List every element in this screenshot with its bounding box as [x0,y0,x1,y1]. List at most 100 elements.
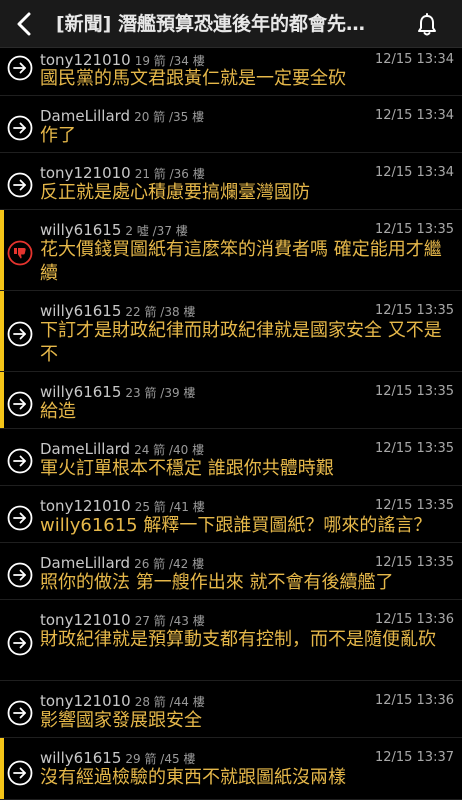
floor-label: 25 箭 /41 樓 [134,500,205,514]
page-title: [新聞] 潛艦預算恐連後年的都會先… [56,13,365,35]
list-item[interactable]: tony121010 27 箭 /43 樓 12/15 13:36 財政紀律就是預算動… [0,600,462,681]
top-bar: [新聞] 潛艦預算恐連後年的都會先… [0,0,462,48]
timestamp: 12/15 13:34 [374,108,454,123]
username[interactable]: willy61615 [40,302,121,320]
timestamp: 12/15 13:35 [374,441,454,456]
list-item[interactable]: willy61615 23 箭 /39 樓 12/15 13:35 給造 [0,372,462,429]
floor-label: 24 箭 /40 樓 [134,443,205,457]
username[interactable]: DameLillard [40,440,130,458]
post-meta: DameLillard 26 箭 /42 樓 [40,553,204,573]
username[interactable]: DameLillard [40,107,130,125]
floor-label: 20 箭 /35 樓 [134,110,205,124]
comment-text: 沒有經過檢驗的東西不就跟圖紙沒兩樣 [40,767,346,788]
timestamp: 12/15 13:35 [374,384,454,399]
post-meta: willy61615 2 噓 /37 樓 [40,220,188,240]
comment-text: 下訂才是財政紀律而財政紀律就是國家安全 又不是不 [40,320,442,365]
floor-label: 23 箭 /39 樓 [125,386,196,400]
comment-text: 反正就是處心積慮要搞爛臺灣國防 [40,182,310,203]
post-meta: DameLillard 24 箭 /40 樓 [40,439,204,459]
arrow-right-circle-icon [7,448,33,474]
post-meta: willy61615 22 箭 /38 樓 [40,301,195,321]
chevron-left-icon [17,12,31,36]
username[interactable]: tony121010 [40,164,131,182]
floor-label: 26 箭 /42 樓 [134,557,205,571]
arrow-right-circle-icon [7,562,33,588]
timestamp: 12/15 13:35 [374,498,454,513]
comment-list[interactable]: tony121010 19 箭 /34 樓 12/15 13:34 國民黨的馬文君跟黃… [0,48,462,800]
username[interactable]: willy61615 [40,383,121,401]
post-meta: willy61615 29 箭 /45 樓 [40,748,195,768]
list-item[interactable]: willy61615 29 箭 /45 樓 12/15 13:37 沒有經過檢驗的東西… [0,738,462,800]
arrow-right-circle-icon [7,115,33,141]
arrow-right-circle-icon [7,505,33,531]
floor-label: 21 箭 /36 樓 [134,167,205,181]
post-meta: tony121010 28 箭 /44 樓 [40,691,205,711]
list-item[interactable]: tony121010 28 箭 /44 樓 12/15 13:36 影響國家發展跟安全 [0,681,462,738]
comment-text: 軍火訂單根本不穩定 誰跟你共體時艱 [40,458,334,479]
list-item[interactable]: tony121010 25 箭 /41 樓 12/15 13:35 willy6161… [0,486,462,543]
comment-text: 財政紀律就是預算動支都有控制，而不是隨便亂砍 [40,629,436,650]
arrow-right-circle-icon [7,700,33,726]
boo-badge [7,240,33,266]
timestamp: 12/15 13:35 [374,222,454,237]
list-item[interactable]: tony121010 19 箭 /34 樓 12/15 13:34 國民黨的馬文君跟黃… [0,48,462,96]
floor-label: 19 箭 /34 樓 [134,54,205,68]
reply-badge [7,700,33,726]
reply-badge [7,172,33,198]
list-item[interactable]: tony121010 21 箭 /36 樓 12/15 13:34 反正就是處心積慮要… [0,153,462,210]
floor-label: 22 箭 /38 樓 [125,305,196,319]
comment-text: 作了 [40,125,76,146]
thumbs-down-icon [7,240,33,266]
post-meta: tony121010 21 箭 /36 樓 [40,163,205,183]
timestamp: 12/15 13:37 [374,750,454,765]
reply-badge [7,55,33,81]
notification-button[interactable] [412,10,442,40]
arrow-right-circle-icon [7,630,33,656]
reply-badge [7,448,33,474]
reply-badge [7,562,33,588]
username[interactable]: tony121010 [40,497,131,515]
floor-label: 27 箭 /43 樓 [134,614,205,628]
floor-label: 28 箭 /44 樓 [134,695,205,709]
list-item[interactable]: DameLillard 20 箭 /35 樓 12/15 13:34 作了 [0,96,462,153]
comment-text: 花大價錢買圖紙有這麼笨的消費者嗎 確定能用才繼續 [40,239,442,284]
post-meta: tony121010 27 箭 /43 樓 [40,610,205,630]
reply-badge [7,391,33,417]
floor-label: 29 箭 /45 樓 [125,752,196,766]
list-item[interactable]: DameLillard 24 箭 /40 樓 12/15 13:35 軍火訂單根本不穩… [0,429,462,486]
timestamp: 12/15 13:35 [374,555,454,570]
list-item[interactable]: willy61615 22 箭 /38 樓 12/15 13:35 下訂才是財政紀律而… [0,291,462,372]
reply-badge [7,115,33,141]
timestamp: 12/15 13:36 [374,612,454,627]
arrow-right-circle-icon [7,172,33,198]
timestamp: 12/15 13:36 [374,693,454,708]
timestamp: 12/15 13:34 [374,165,454,180]
comment-text: 國民黨的馬文君跟黃仁就是一定要全砍 [40,68,346,89]
username[interactable]: DameLillard [40,554,130,572]
username[interactable]: willy61615 [40,221,121,239]
reply-badge [7,760,33,786]
comment-text: 給造 [40,401,76,422]
arrow-right-circle-icon [7,760,33,786]
username[interactable]: tony121010 [40,611,131,629]
arrow-right-circle-icon [7,391,33,417]
comment-text: 影響國家發展跟安全 [40,710,202,731]
comment-text: 照你的做法 第一艘作出來 就不會有後續艦了 [40,572,394,593]
arrow-right-circle-icon [7,321,33,347]
post-meta: tony121010 25 箭 /41 樓 [40,496,205,516]
reply-badge [7,321,33,347]
username[interactable]: willy61615 [40,749,121,767]
list-item[interactable]: DameLillard 26 箭 /42 樓 12/15 13:35 照你的做法 第一… [0,543,462,600]
timestamp: 12/15 13:35 [374,303,454,318]
reply-badge [7,630,33,656]
back-button[interactable] [8,8,40,40]
comment-text: willy61615 解釋一下跟誰買圖紙？哪來的謠言？ [40,515,432,536]
username[interactable]: tony121010 [40,692,131,710]
list-item[interactable]: willy61615 2 噓 /37 樓 12/15 13:35 花大價錢買圖紙有這麼… [0,210,462,291]
arrow-right-circle-icon [7,55,33,81]
post-meta: DameLillard 20 箭 /35 樓 [40,106,204,126]
bell-icon [418,13,436,36]
floor-label: 2 噓 /37 樓 [125,224,188,238]
post-meta: willy61615 23 箭 /39 樓 [40,382,195,402]
reply-badge [7,505,33,531]
